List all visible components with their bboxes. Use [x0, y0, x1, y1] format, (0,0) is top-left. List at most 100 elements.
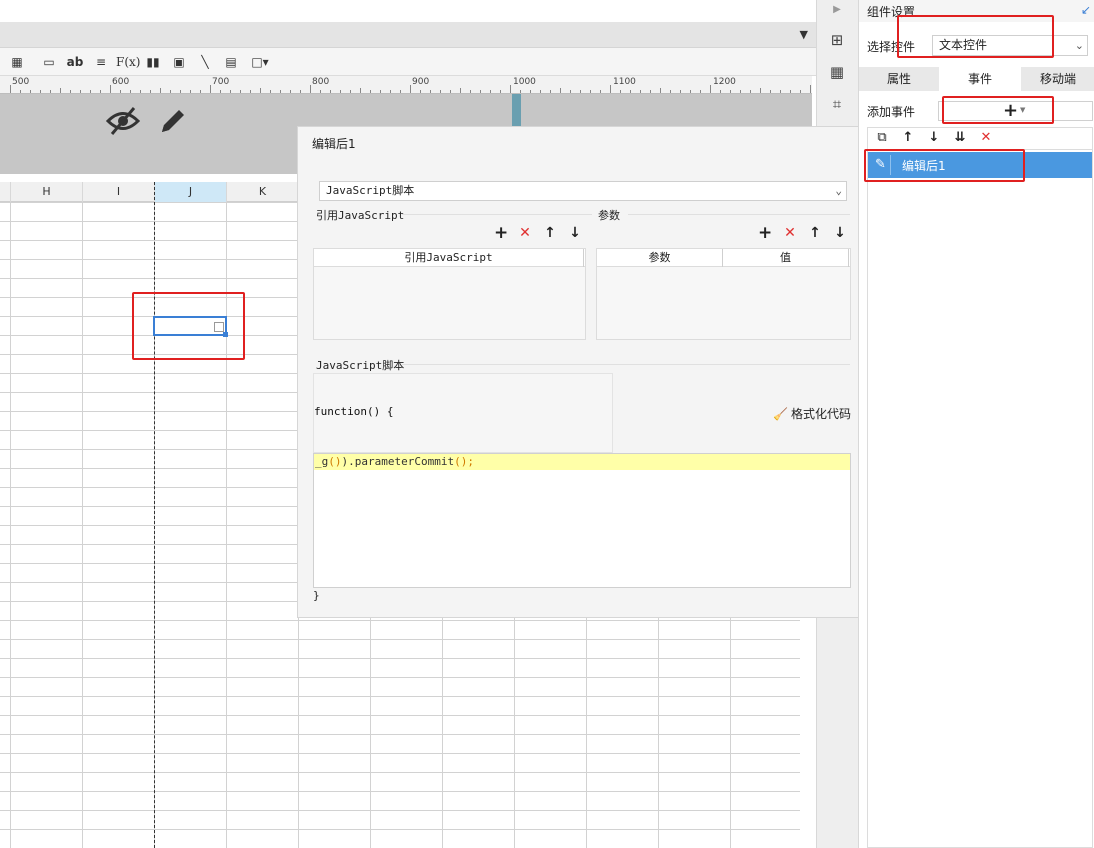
ruler-tick [410, 85, 411, 93]
params-section-label: 参数 [598, 209, 620, 222]
delete-icon[interactable]: ✕ [978, 130, 994, 146]
ruler-tick [360, 88, 361, 93]
ruler-tick [370, 90, 371, 93]
annotation-box-add-event [942, 96, 1054, 124]
move-down-icon[interactable]: ↓ [926, 130, 942, 146]
widget-setting-icon[interactable]: ▦ [827, 62, 847, 82]
chevron-down-icon[interactable]: ⌄ [1075, 36, 1084, 55]
ruler-tick [340, 90, 341, 93]
function-signature: function() { [314, 405, 394, 418]
table-icon[interactable]: ▦ [8, 52, 26, 72]
ruler-tick [240, 90, 241, 93]
move-down-ref-js-button[interactable]: ↓ [568, 226, 582, 240]
format-code-button[interactable]: 🧹 格式化代码 [773, 405, 851, 422]
column-headers: H I J K [0, 182, 298, 202]
ruler-tick [520, 90, 521, 93]
textbox-icon[interactable]: ▭ [40, 52, 58, 72]
collapse-panel-icon[interactable]: ↙ [1081, 3, 1091, 17]
ruler-tick [220, 90, 221, 93]
expand-arrow-icon[interactable]: ▶ [827, 0, 847, 20]
column-header-h[interactable]: H [10, 182, 82, 202]
collapse-menu-icon[interactable]: ▼ [800, 28, 808, 41]
image-icon[interactable]: ▣ [170, 52, 188, 72]
params-table[interactable]: 参数 值 [596, 248, 851, 340]
code-editor[interactable]: _g()).parameterCommit(); [313, 453, 851, 588]
ruler-tick [150, 90, 151, 93]
ruler-tick [810, 85, 811, 93]
ruler-label: 700 [212, 77, 230, 87]
ruler-tick [620, 90, 621, 93]
move-down-param-button[interactable]: ↓ [833, 226, 847, 240]
event-type-value: JavaScript脚本 [326, 184, 415, 197]
tab-events[interactable]: 事件 [939, 67, 1021, 91]
designer-header-bar: ▼ [0, 22, 816, 48]
ruler-tick [50, 90, 51, 93]
annotation-box-cell [132, 292, 245, 360]
ruler-tick [510, 85, 511, 93]
border-icon[interactable]: □▾ [248, 52, 272, 72]
ruler-tick [550, 90, 551, 93]
move-up-param-button[interactable]: ↑ [808, 226, 822, 240]
ruler-tick [160, 88, 161, 93]
code-line[interactable]: _g()).parameterCommit(); [314, 454, 850, 470]
ruler-tick [40, 90, 41, 93]
ruler-tick [100, 90, 101, 93]
ruler-tick [390, 90, 391, 93]
doc-icon[interactable]: ▤ [222, 52, 240, 72]
ruler-tick [380, 90, 381, 93]
ruler-tick [790, 90, 791, 93]
pencil-icon[interactable] [158, 106, 188, 136]
copy-icon[interactable]: ⧉ [874, 130, 890, 146]
ruler-tick [560, 88, 561, 93]
ref-js-table[interactable]: 引用JavaScript [313, 248, 586, 340]
chevron-down-icon[interactable]: ⌄ [835, 182, 842, 200]
ruler-tick [330, 90, 331, 93]
ruler-tick [20, 90, 21, 93]
ruler-tick [290, 90, 291, 93]
tab-mobile[interactable]: 移动端 [1021, 67, 1094, 91]
delete-ref-js-button[interactable]: ✕ [518, 226, 532, 240]
column-header-i[interactable]: I [82, 182, 154, 202]
ruler-tick [800, 90, 801, 93]
ruler-tick [230, 90, 231, 93]
ruler-tick [310, 85, 311, 93]
formula-tool-button[interactable]: F(x) [116, 52, 140, 72]
event-type-select[interactable]: JavaScript脚本 ⌄ [319, 181, 847, 201]
ruler-tick [210, 85, 211, 93]
hidden-eye-icon[interactable] [106, 106, 140, 136]
ruler-tick [80, 90, 81, 93]
ruler-label: 900 [412, 77, 430, 87]
move-to-bottom-icon[interactable]: ⇊ [952, 130, 968, 146]
ruler-tick [710, 85, 711, 93]
column-header-j[interactable]: J [154, 182, 226, 202]
page-break-line [154, 182, 155, 848]
ruler-tick [180, 90, 181, 93]
format-code-label: 格式化代码 [790, 407, 851, 421]
text-tool-button[interactable]: ab [64, 52, 86, 72]
ruler-tick [300, 90, 301, 93]
ruler-tick [120, 90, 121, 93]
ruler-tick [600, 90, 601, 93]
bar-chart-icon[interactable]: ▮▮ [144, 52, 162, 72]
ruler-tick [650, 90, 651, 93]
ruler-tick [660, 88, 661, 93]
delete-param-button[interactable]: ✕ [783, 226, 797, 240]
move-up-ref-js-button[interactable]: ↑ [543, 226, 557, 240]
event-toolbar: ⧉ ↑ ↓ ⇊ ✕ [867, 127, 1093, 149]
move-up-icon[interactable]: ↑ [900, 130, 916, 146]
canvas-marker [512, 94, 521, 128]
cell-attr-icon[interactable]: ⊞ [827, 30, 847, 50]
settings-tabs: 属性 事件 移动端 [859, 67, 1094, 91]
align-icon[interactable]: ≡ [92, 52, 110, 72]
crop-icon[interactable]: ⌗ [827, 94, 847, 114]
add-param-button[interactable]: + [758, 225, 772, 242]
divider [402, 364, 850, 365]
divider [628, 214, 850, 215]
slash-icon[interactable]: ╲ [196, 52, 214, 72]
add-ref-js-button[interactable]: + [494, 225, 508, 242]
tab-attributes[interactable]: 属性 [859, 67, 939, 91]
ruler-tick [430, 90, 431, 93]
column-header-k[interactable]: K [226, 182, 298, 202]
ruler-tick [780, 90, 781, 93]
ruler-tick [680, 90, 681, 93]
